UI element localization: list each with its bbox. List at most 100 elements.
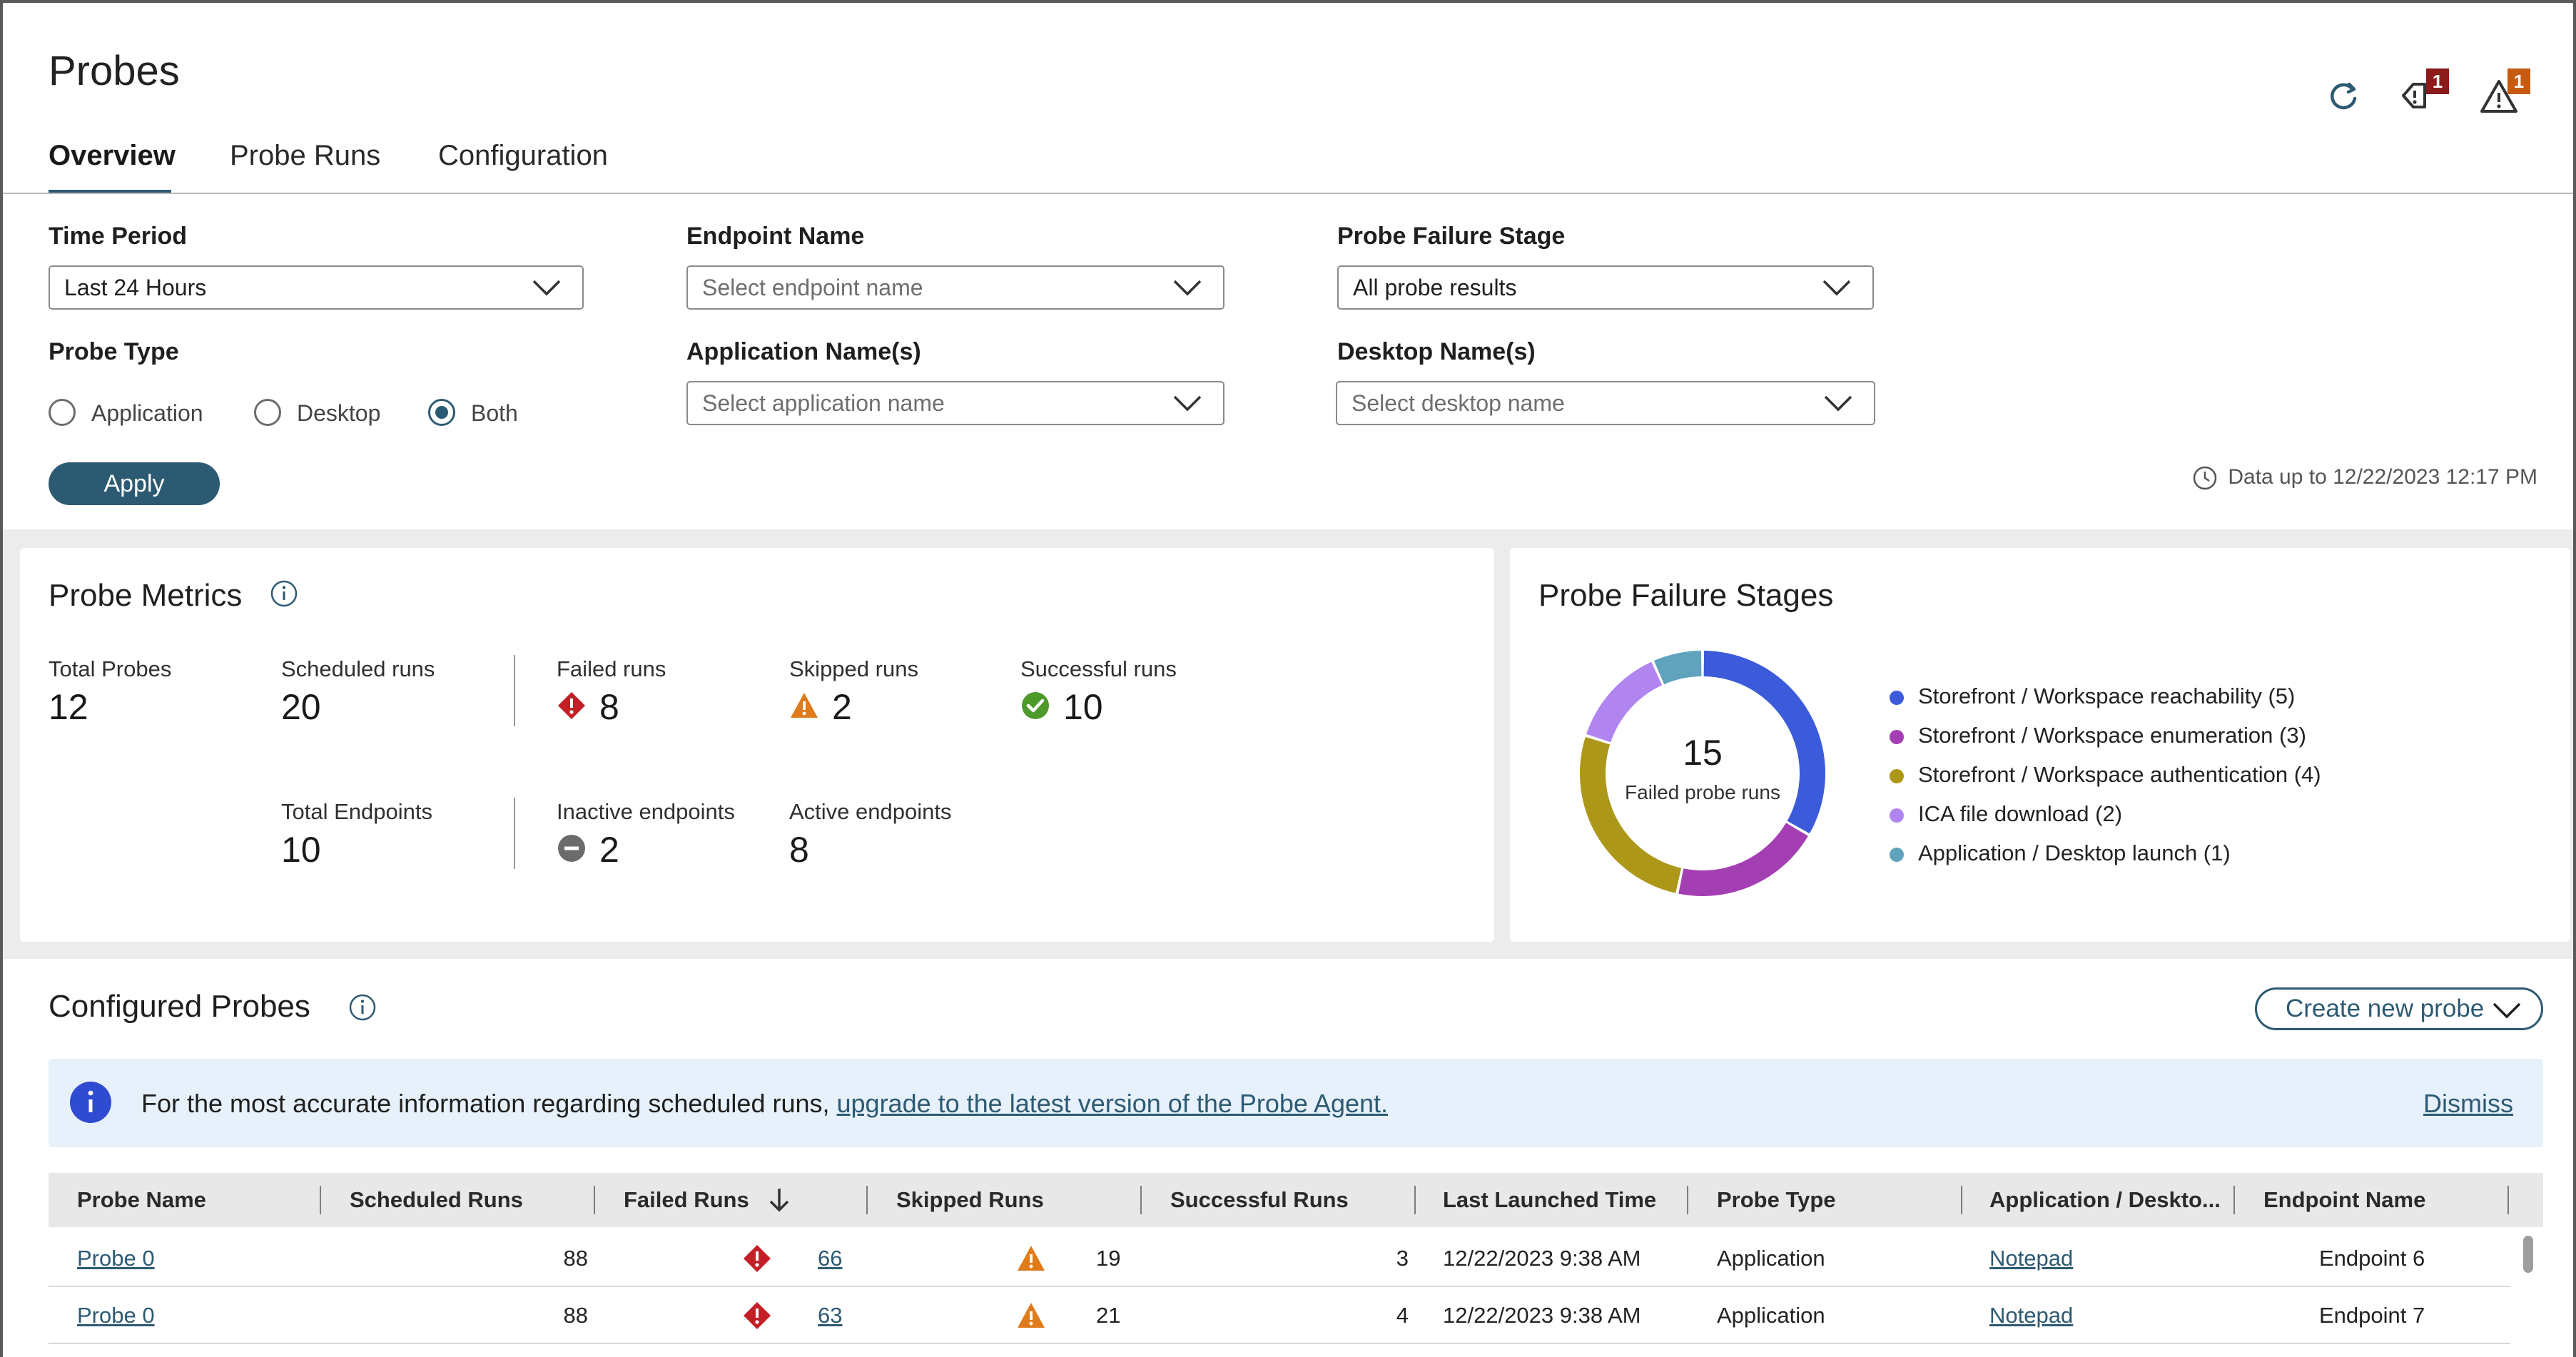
column-divider[interactable]	[1687, 1186, 1688, 1214]
probe-metrics-title: Probe Metrics	[49, 578, 243, 613]
apply-button[interactable]: Apply	[49, 462, 220, 505]
chevron-down-icon	[532, 280, 561, 296]
legend-color-dot	[1890, 691, 1904, 705]
create-new-probe-button[interactable]: Create new probe	[2255, 987, 2543, 1030]
inactive-endpoints-value: 2	[599, 830, 619, 870]
legend-color-dot	[1890, 730, 1904, 744]
col-probe-type[interactable]: Probe Type	[1717, 1173, 1836, 1227]
failed-runs-value: 8	[599, 687, 619, 727]
col-probe-name[interactable]: Probe Name	[77, 1173, 206, 1227]
table-row[interactable]: Probe 0 88 66 19 3 12/22/2023 9:38 AM Ap…	[49, 1230, 2510, 1287]
endpoint-name-label: Endpoint Name	[686, 223, 865, 250]
chevron-down-icon	[1822, 280, 1851, 296]
success-check-icon	[1022, 692, 1049, 719]
warning-triangle-icon[interactable]: 1	[2473, 68, 2530, 121]
total-probes-value: 12	[49, 687, 88, 727]
probe-type-cell: Application	[1717, 1246, 1825, 1271]
time-period-label: Time Period	[49, 223, 187, 250]
legend-label: ICA file download (2)	[1918, 801, 2123, 826]
radio-label: Both	[471, 400, 518, 426]
col-failed-runs[interactable]: Failed Runs	[624, 1173, 749, 1227]
endpoint-name-placeholder: Select endpoint name	[702, 275, 923, 300]
legend-color-dot	[1890, 848, 1904, 862]
donut-slice-3[interactable]	[1586, 661, 1663, 743]
desktop-names-dropdown[interactable]: Select desktop name	[1336, 381, 1875, 425]
filters-panel: Probes 1 1 Overview Probe Runs Configura…	[3, 3, 2573, 529]
legend-color-dot	[1890, 769, 1904, 783]
probe-name-link[interactable]: Probe 0	[77, 1230, 155, 1287]
scheduled-runs-cell: 88	[563, 1246, 588, 1271]
col-endpoint-name[interactable]: Endpoint Name	[2263, 1173, 2425, 1227]
configured-probes-title: Configured Probes	[49, 989, 310, 1024]
application-names-label: Application Name(s)	[686, 338, 921, 365]
data-timestamp-text: Data up to 12/22/2023 12:17 PM	[2228, 465, 2537, 489]
column-divider[interactable]	[1140, 1186, 1142, 1214]
tab-probe-runs[interactable]: Probe Runs	[230, 140, 380, 172]
col-application-desktop[interactable]: Application / Deskto...	[1989, 1173, 2221, 1227]
dismiss-link[interactable]: Dismiss	[2423, 1089, 2513, 1119]
page-title: Probes	[49, 48, 180, 94]
failed-diamond-icon	[744, 1245, 771, 1272]
info-icon[interactable]	[348, 993, 377, 1022]
configured-probes-section: Configured Probes Create new probe For t…	[3, 959, 2573, 1357]
tabs-divider	[3, 193, 2573, 194]
failed-runs-link[interactable]: 63	[818, 1287, 842, 1344]
alert-tag-icon[interactable]: 1	[2389, 68, 2449, 121]
failure-stage-dropdown[interactable]: All probe results	[1337, 265, 1874, 310]
donut-slice-1[interactable]	[1678, 823, 1808, 896]
column-divider[interactable]	[2507, 1186, 2509, 1214]
column-divider[interactable]	[2233, 1186, 2235, 1214]
donut-slice-4[interactable]	[1653, 651, 1702, 685]
upgrade-info-banner: For the most accurate information regard…	[49, 1059, 2543, 1147]
skipped-runs-value: 2	[832, 687, 852, 727]
successful-runs-cell: 3	[1396, 1246, 1409, 1271]
info-icon[interactable]	[270, 579, 298, 608]
table-header: Probe Name Scheduled Runs Failed Runs Sk…	[49, 1173, 2543, 1227]
last-launched-cell: 12/22/2023 9:38 AM	[1443, 1303, 1641, 1328]
refresh-icon[interactable]	[2318, 70, 2369, 121]
probe-name-link[interactable]: Probe 0	[77, 1287, 155, 1344]
radio-button	[49, 399, 76, 426]
failure-stages-title: Probe Failure Stages	[1538, 578, 1834, 613]
table-row[interactable]: Probe 0 88 63 21 4 12/22/2023 9:38 AM Ap…	[49, 1287, 2510, 1344]
application-link[interactable]: Notepad	[1989, 1230, 2073, 1287]
application-link[interactable]: Notepad	[1989, 1287, 2073, 1344]
application-names-placeholder: Select application name	[702, 390, 945, 416]
time-period-dropdown[interactable]: Last 24 Hours	[49, 265, 584, 310]
skipped-warning-icon	[1018, 1303, 1045, 1328]
skipped-runs-cell: 19	[1096, 1246, 1121, 1271]
upgrade-agent-link[interactable]: upgrade to the latest version of the Pro…	[837, 1089, 1389, 1118]
tab-configuration[interactable]: Configuration	[438, 140, 608, 172]
column-divider[interactable]	[1961, 1186, 1962, 1214]
failed-diamond-icon	[558, 692, 585, 719]
sort-down-arrow-icon[interactable]	[766, 1186, 792, 1214]
legend-label: Storefront / Workspace enumeration (3)	[1918, 723, 2306, 748]
probe-type-label: Probe Type	[49, 338, 179, 365]
banner-text: For the most accurate information regard…	[141, 1089, 837, 1118]
table-scrollbar[interactable]	[2523, 1236, 2533, 1273]
failed-runs-link[interactable]: 66	[818, 1230, 842, 1287]
probe-type-cell: Application	[1717, 1303, 1825, 1328]
column-divider[interactable]	[320, 1186, 321, 1214]
col-skipped-runs[interactable]: Skipped Runs	[896, 1173, 1044, 1227]
donut-slice-2[interactable]	[1580, 736, 1682, 893]
scheduled-runs-cell: 88	[563, 1303, 588, 1328]
column-divider[interactable]	[866, 1186, 868, 1214]
col-last-launched-time[interactable]: Last Launched Time	[1443, 1173, 1656, 1227]
info-filled-icon	[70, 1082, 111, 1123]
failed-runs-label: Failed runs	[557, 656, 666, 681]
column-divider[interactable]	[1414, 1186, 1416, 1214]
scheduled-runs-label: Scheduled runs	[281, 656, 435, 681]
inactive-minus-icon	[558, 835, 585, 862]
endpoint-name-dropdown[interactable]: Select endpoint name	[686, 265, 1224, 310]
tab-overview[interactable]: Overview	[49, 140, 176, 172]
col-successful-runs[interactable]: Successful Runs	[1170, 1173, 1349, 1227]
alert-count-badge: 1	[2426, 68, 2449, 94]
total-endpoints-value: 10	[281, 830, 321, 870]
clock-icon	[2194, 466, 2217, 490]
banner-message: For the most accurate information regard…	[141, 1089, 1388, 1119]
application-names-dropdown[interactable]: Select application name	[686, 381, 1224, 425]
failure-stage-label: Probe Failure Stage	[1337, 223, 1566, 250]
col-scheduled-runs[interactable]: Scheduled Runs	[350, 1173, 523, 1227]
column-divider[interactable]	[594, 1186, 595, 1214]
